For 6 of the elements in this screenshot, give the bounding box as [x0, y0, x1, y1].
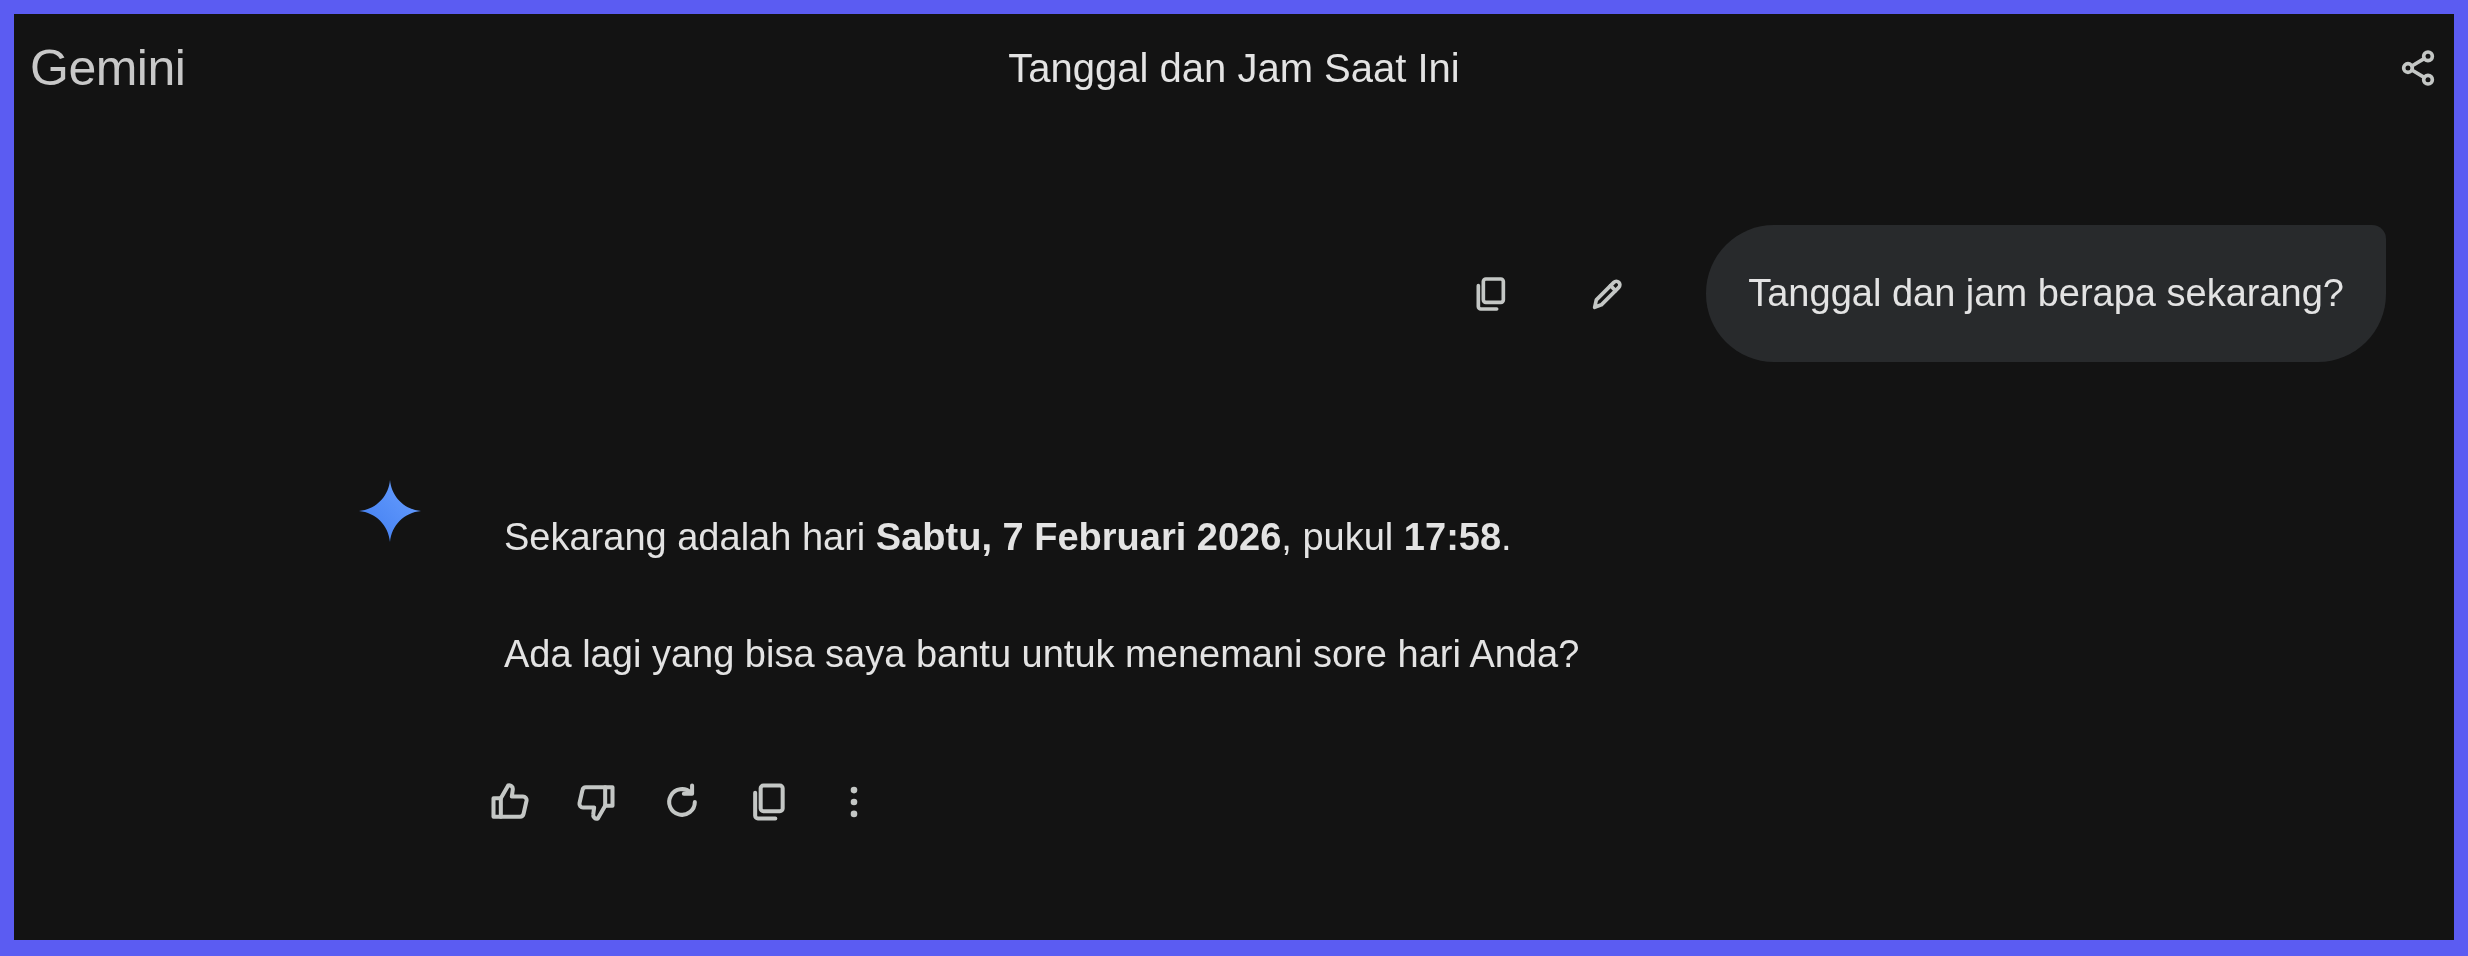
sparkle-icon — [359, 480, 421, 542]
chat-title: Tanggal dan Jam Saat Ini — [1008, 45, 1460, 90]
response-paragraph: Ada lagi yang bisa saya bantu untuk menemani sore hari Anda? — [504, 632, 1580, 677]
logo: Gemini — [30, 39, 186, 97]
user-message: Tanggal dan jam berapa sekarang? — [1706, 225, 2386, 362]
response-paragraph: Sekarang adalah hari Sabtu, 7 Februari 2026, pukul 17:58. — [504, 515, 1513, 560]
